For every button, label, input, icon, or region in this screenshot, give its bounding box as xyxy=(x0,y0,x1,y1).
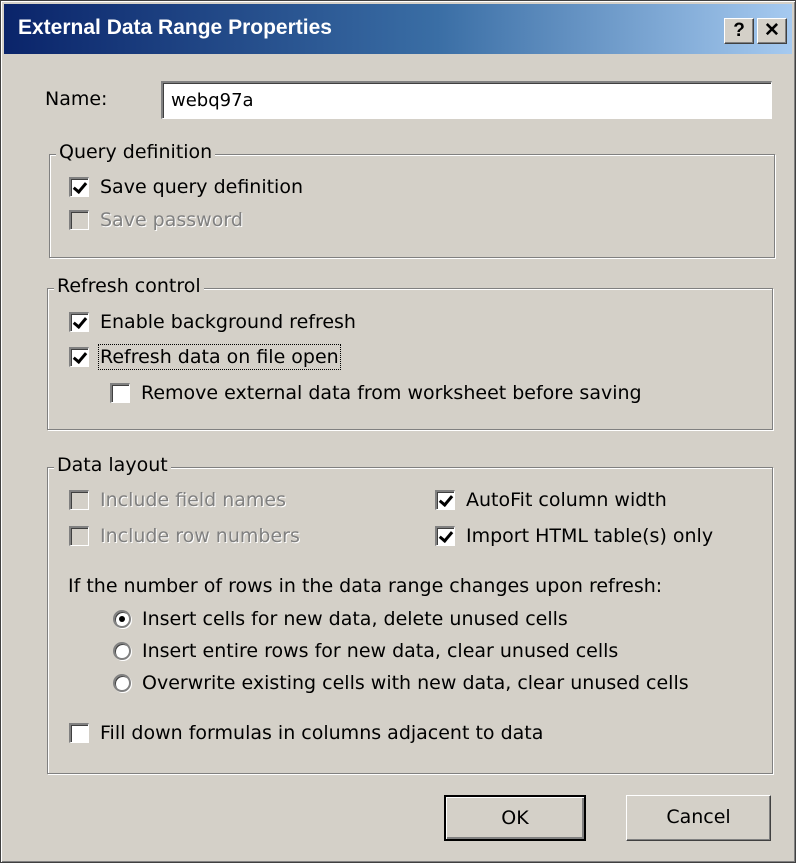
refresh-on-open-checkbox[interactable]: Refresh data on file open xyxy=(69,344,341,370)
checkbox-checked-icon xyxy=(69,312,89,332)
help-icon: ? xyxy=(733,20,745,41)
radio-insert-cells-label: Insert cells for new data, delete unused… xyxy=(142,608,568,630)
import-html-tables-checkbox[interactable]: Import HTML table(s) only xyxy=(435,523,713,549)
name-label: Name: xyxy=(45,88,108,110)
title-bar[interactable]: External Data Range Properties ? ✕ xyxy=(4,4,792,54)
checkbox-checked-icon xyxy=(69,177,89,197)
autofit-column-width-checkbox[interactable]: AutoFit column width xyxy=(435,487,667,513)
radio-overwrite-cells-label: Overwrite existing cells with new data, … xyxy=(142,672,689,694)
radio-selected-icon xyxy=(113,610,131,628)
checkbox-unchecked-icon xyxy=(69,490,89,510)
rows-change-prompt: If the number of rows in the data range … xyxy=(68,575,663,597)
help-button[interactable]: ? xyxy=(724,18,754,44)
autofit-column-width-label: AutoFit column width xyxy=(466,489,667,511)
enable-background-refresh-label: Enable background refresh xyxy=(100,311,356,333)
query-definition-title: Query definition xyxy=(56,141,216,163)
checkbox-unchecked-icon xyxy=(69,210,89,230)
radio-unselected-icon xyxy=(113,674,131,692)
query-definition-group: Query definition Save query definition S… xyxy=(49,141,775,258)
remove-external-data-label: Remove external data from worksheet befo… xyxy=(141,382,642,404)
checkbox-checked-icon xyxy=(435,526,455,546)
checkbox-unchecked-icon xyxy=(69,723,89,743)
checkbox-checked-icon xyxy=(69,347,89,367)
radio-overwrite-cells[interactable]: Overwrite existing cells with new data, … xyxy=(113,670,689,696)
fill-down-formulas-checkbox[interactable]: Fill down formulas in columns adjacent t… xyxy=(69,720,543,746)
save-query-definition-label: Save query definition xyxy=(100,176,303,198)
checkbox-unchecked-icon xyxy=(110,383,130,403)
enable-background-refresh-checkbox[interactable]: Enable background refresh xyxy=(69,309,356,335)
radio-insert-cells[interactable]: Insert cells for new data, delete unused… xyxy=(113,606,568,632)
include-field-names-label: Include field names xyxy=(100,489,287,511)
include-row-numbers-label: Include row numbers xyxy=(100,525,300,547)
checkbox-unchecked-icon xyxy=(69,526,89,546)
data-layout-group: Data layout Include field names Include … xyxy=(47,454,773,774)
close-icon: ✕ xyxy=(764,20,780,41)
dialog-window: External Data Range Properties ? ✕ Name:… xyxy=(0,0,796,863)
name-input[interactable] xyxy=(161,81,772,119)
include-row-numbers-checkbox[interactable]: Include row numbers xyxy=(69,523,300,549)
cancel-button[interactable]: Cancel xyxy=(626,795,771,841)
radio-insert-rows[interactable]: Insert entire rows for new data, clear u… xyxy=(113,638,618,664)
save-password-label: Save password xyxy=(100,209,243,231)
checkbox-checked-icon xyxy=(435,490,455,510)
radio-unselected-icon xyxy=(113,642,131,660)
refresh-control-group: Refresh control Enable background refres… xyxy=(47,275,773,430)
save-query-definition-checkbox[interactable]: Save query definition xyxy=(69,174,303,200)
import-html-tables-label: Import HTML table(s) only xyxy=(466,525,714,547)
radio-insert-rows-label: Insert entire rows for new data, clear u… xyxy=(142,640,619,662)
close-button[interactable]: ✕ xyxy=(757,18,787,44)
include-field-names-checkbox[interactable]: Include field names xyxy=(69,487,286,513)
dialog-title: External Data Range Properties xyxy=(18,16,332,39)
save-password-checkbox[interactable]: Save password xyxy=(69,207,243,233)
refresh-control-title: Refresh control xyxy=(54,275,204,297)
data-layout-title: Data layout xyxy=(54,454,171,476)
ok-button[interactable]: OK xyxy=(444,795,586,841)
refresh-on-open-label: Refresh data on file open xyxy=(98,344,341,370)
fill-down-formulas-label: Fill down formulas in columns adjacent t… xyxy=(100,722,544,744)
remove-external-data-checkbox[interactable]: Remove external data from worksheet befo… xyxy=(110,380,642,406)
